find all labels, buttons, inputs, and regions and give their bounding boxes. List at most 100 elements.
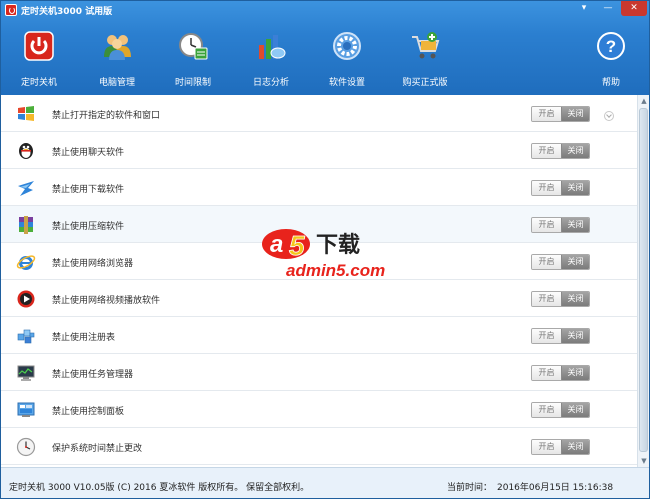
clock-icon xyxy=(179,33,208,60)
task-manager-icon xyxy=(17,365,35,381)
toggle-on-button[interactable]: 开启 xyxy=(532,292,561,306)
toggle-off-button[interactable]: 关闭 xyxy=(561,107,589,121)
power-icon xyxy=(24,31,54,61)
toolbar-label: 软件设置 xyxy=(328,78,365,88)
minimize-button[interactable]: — xyxy=(597,1,619,16)
registry-icon xyxy=(17,329,35,344)
toolbar-label: 电脑管理 xyxy=(98,78,135,88)
toggle-off-button[interactable]: 关闭 xyxy=(561,181,589,195)
help-icon: ? xyxy=(597,32,625,60)
toggle-on-button[interactable]: 开启 xyxy=(532,107,561,121)
expand-chevron-icon[interactable] xyxy=(604,111,614,121)
toggle-switch[interactable]: 开启 关闭 xyxy=(531,365,590,381)
windows-icon xyxy=(18,106,34,121)
toolbar-log-analysis[interactable]: 日志分析 xyxy=(233,31,309,89)
toggle-switch[interactable]: 开启 关闭 xyxy=(531,328,590,344)
toolbar-label: 帮助 xyxy=(601,78,620,88)
current-time-value: 2016年06月15日 15:16:38 xyxy=(497,483,614,493)
item-label: 禁止使用聊天软件 xyxy=(52,148,125,158)
item-label: 禁止使用下载软件 xyxy=(52,185,125,195)
winrar-icon xyxy=(19,216,33,234)
list-item: 禁止使用下载软件 开启 关闭 xyxy=(1,169,637,206)
toolbar-settings[interactable]: 软件设置 xyxy=(309,31,385,89)
toolbar-label: 定时关机 xyxy=(20,78,57,88)
toggle-off-button[interactable]: 关闭 xyxy=(561,366,589,380)
item-label: 禁止打开指定的软件和窗口 xyxy=(52,111,161,121)
toggle-on-button[interactable]: 开启 xyxy=(532,366,561,380)
toggle-switch[interactable]: 开启 关闭 xyxy=(531,402,590,418)
toggle-on-button[interactable]: 开启 xyxy=(532,255,561,269)
list-item: 禁止使用网络视频播放软件 开启 关闭 xyxy=(1,280,637,317)
toggle-switch[interactable]: 开启 关闭 xyxy=(531,291,590,307)
toolbar-shutdown[interactable]: 定时关机 xyxy=(1,31,77,89)
toggle-switch[interactable]: 开启 关闭 xyxy=(531,180,590,196)
window-title: 定时关机3000 试用版 xyxy=(21,7,113,17)
toolbar-buy-full-version[interactable]: 购买正式版 xyxy=(387,31,463,89)
toggle-switch[interactable]: 开启 关闭 xyxy=(531,254,590,270)
item-label: 禁止使用网络浏览器 xyxy=(52,259,134,269)
toolbar-label: 日志分析 xyxy=(252,78,289,88)
toggle-off-button[interactable]: 关闭 xyxy=(561,255,589,269)
vertical-scrollbar[interactable]: ▲ ▼ xyxy=(637,95,649,467)
toggle-off-button[interactable]: 关闭 xyxy=(561,144,589,158)
main-window: 定时关机3000 试用版 ▾ — ✕ 定时关机 电脑管理 时间限制 日志分析 软… xyxy=(0,0,650,499)
toggle-on-button[interactable]: 开启 xyxy=(532,181,561,195)
scroll-thumb[interactable] xyxy=(639,108,648,452)
title-bar[interactable]: 定时关机3000 试用版 ▾ — ✕ xyxy=(1,1,649,19)
item-label: 禁止使用注册表 xyxy=(52,333,116,343)
toggle-switch[interactable]: 开启 关闭 xyxy=(531,439,590,455)
chart-icon xyxy=(259,35,286,59)
app-power-icon xyxy=(5,4,17,16)
list-item: 禁止使用聊天软件 开启 关闭 xyxy=(1,132,637,169)
status-bar: 定时关机 3000 V10.05版 (C) 2016 夏冰软件 版权所有。 保留… xyxy=(1,467,649,498)
watermark-brand-text: 下载 xyxy=(316,232,360,258)
svg-text:a: a xyxy=(270,231,283,258)
item-label: 禁止使用控制面板 xyxy=(52,407,125,417)
toolbar-time-limit[interactable]: 时间限制 xyxy=(155,31,231,89)
qq-penguin-icon xyxy=(19,143,33,159)
users-icon xyxy=(104,35,131,60)
list-item: 保护系统时间禁止更改 开启 关闭 xyxy=(1,428,637,465)
item-label: 禁止使用任务管理器 xyxy=(52,370,134,380)
toolbar-label: 时间限制 xyxy=(174,78,211,88)
watermark-site-text: admin5.com xyxy=(286,261,385,280)
toolbar-pc-management[interactable]: 电脑管理 xyxy=(79,31,155,89)
video-player-icon xyxy=(17,290,35,308)
toggle-on-button[interactable]: 开启 xyxy=(532,144,561,158)
gear-icon xyxy=(333,32,361,60)
scroll-up-arrow-icon[interactable]: ▲ xyxy=(638,95,650,107)
close-button[interactable]: ✕ xyxy=(621,1,647,16)
toggle-off-button[interactable]: 关闭 xyxy=(561,218,589,232)
restriction-list: 禁止打开指定的软件和窗口 开启 关闭 禁止使用聊天软件 开启 关闭 禁止使用下载… xyxy=(1,95,637,467)
toggle-off-button[interactable]: 关闭 xyxy=(561,403,589,417)
list-item: 禁止打开指定的软件和窗口 开启 关闭 xyxy=(1,95,637,132)
list-item: 禁止使用注册表 开启 关闭 xyxy=(1,317,637,354)
current-time-label: 当前时间： xyxy=(447,483,493,493)
toggle-off-button[interactable]: 关闭 xyxy=(561,329,589,343)
svg-text:?: ? xyxy=(606,37,616,56)
toggle-on-button[interactable]: 开启 xyxy=(532,218,561,232)
ie-browser-icon xyxy=(16,255,36,270)
toggle-switch[interactable]: 开启 关闭 xyxy=(531,217,590,233)
toggle-on-button[interactable]: 开启 xyxy=(532,329,561,343)
a5-watermark-logo: a 5 下载 admin5.com xyxy=(262,229,385,280)
toggle-on-button[interactable]: 开启 xyxy=(532,403,561,417)
system-clock-icon xyxy=(16,437,36,457)
toolbar-help[interactable]: ? 帮助 xyxy=(573,31,649,89)
toolbar-label: 购买正式版 xyxy=(402,78,448,88)
list-item: 禁止使用控制面板 开启 关闭 xyxy=(1,391,637,428)
toggle-switch[interactable]: 开启 关闭 xyxy=(531,106,590,122)
item-label: 禁止使用压缩软件 xyxy=(52,222,125,232)
item-label: 保护系统时间禁止更改 xyxy=(52,444,143,454)
toggle-on-button[interactable]: 开启 xyxy=(532,440,561,454)
toggle-off-button[interactable]: 关闭 xyxy=(561,440,589,454)
control-panel-icon xyxy=(17,402,35,417)
menu-dropdown-button[interactable]: ▾ xyxy=(573,1,595,16)
toggle-off-button[interactable]: 关闭 xyxy=(561,292,589,306)
cart-icon xyxy=(412,32,440,59)
toggle-switch[interactable]: 开启 关闭 xyxy=(531,143,590,159)
header-toolbar: 定时关机3000 试用版 ▾ — ✕ 定时关机 电脑管理 时间限制 日志分析 软… xyxy=(1,1,649,95)
thunder-download-icon xyxy=(18,181,34,196)
item-label: 禁止使用网络视频播放软件 xyxy=(52,296,161,306)
scroll-down-arrow-icon[interactable]: ▼ xyxy=(638,455,650,467)
